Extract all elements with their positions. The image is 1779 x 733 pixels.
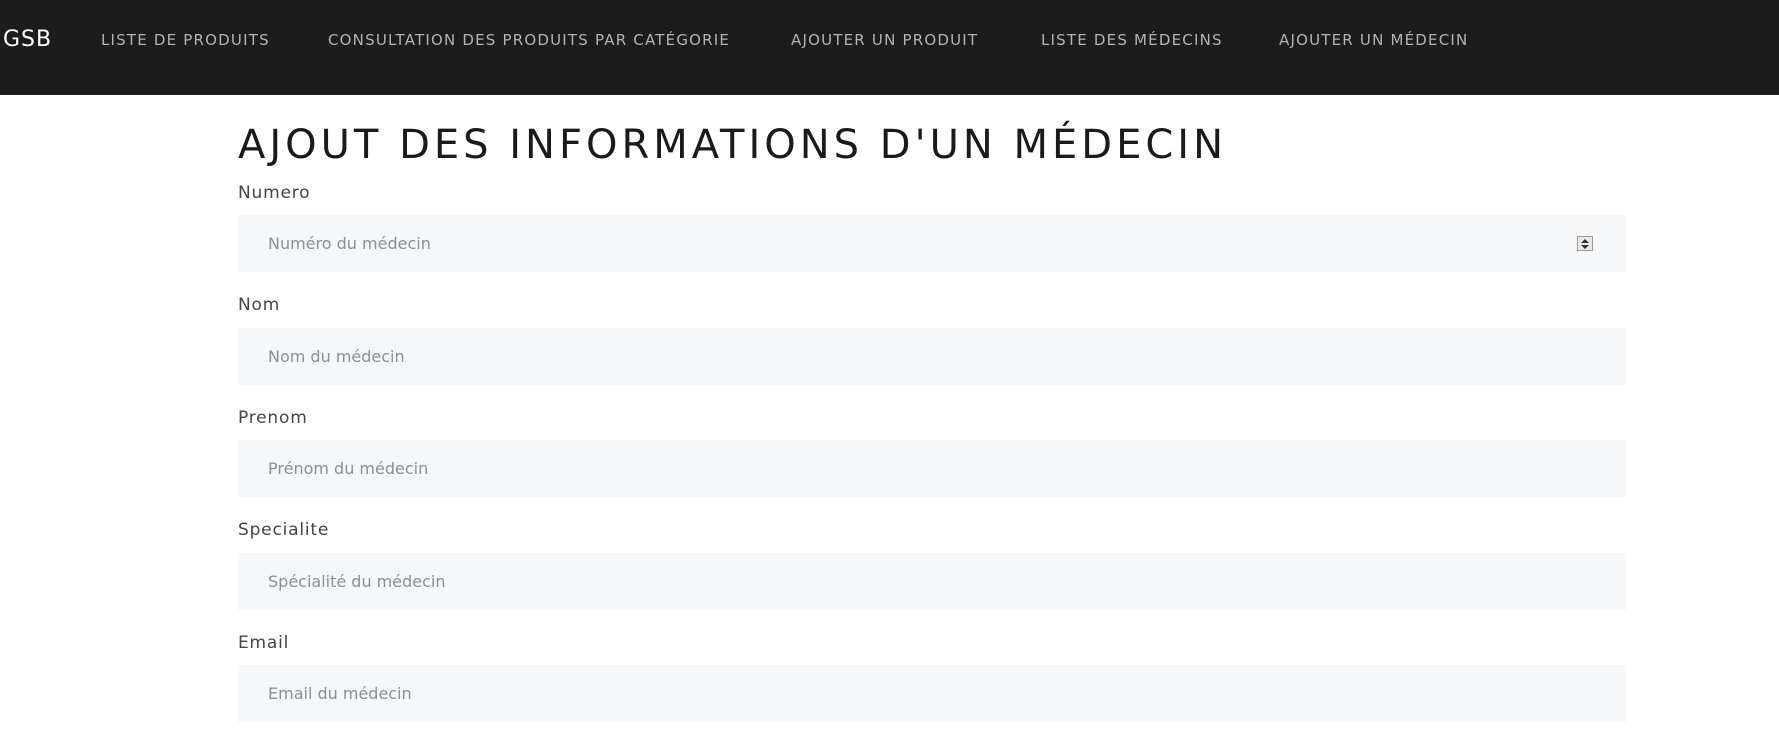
top-navbar: GSB LISTE DE PRODUITS CONSULTATION DES P…	[0, 0, 1779, 95]
nav-link-liste-produits[interactable]: LISTE DE PRODUITS	[101, 31, 270, 49]
numero-input[interactable]	[238, 215, 1626, 272]
specialite-label: Specialite	[238, 520, 330, 540]
numero-label: Numero	[238, 183, 311, 203]
page-title: AJOUT DES INFORMATIONS D'UN MÉDECIN	[238, 122, 1227, 168]
nav-link-produits-par-categorie[interactable]: CONSULTATION DES PRODUITS PAR CATÉGORIE	[328, 31, 730, 49]
nav-link-ajouter-produit[interactable]: AJOUTER UN PRODUIT	[791, 31, 978, 49]
email-label: Email	[238, 633, 290, 653]
spinner-down-icon[interactable]	[1581, 245, 1589, 249]
brand-logo[interactable]: GSB	[3, 26, 52, 54]
nav-link-liste-medecins[interactable]: LISTE DES MÉDECINS	[1041, 31, 1223, 49]
specialite-input[interactable]	[238, 553, 1626, 610]
prenom-label: Prenom	[238, 408, 308, 428]
nom-input[interactable]	[238, 328, 1626, 385]
nom-label: Nom	[238, 295, 281, 315]
email-input[interactable]	[238, 665, 1626, 722]
number-spinner[interactable]	[1577, 236, 1593, 251]
nav-link-ajouter-medecin[interactable]: AJOUTER UN MÉDECIN	[1279, 31, 1468, 49]
spinner-up-icon[interactable]	[1581, 239, 1589, 243]
prenom-input[interactable]	[238, 440, 1626, 497]
